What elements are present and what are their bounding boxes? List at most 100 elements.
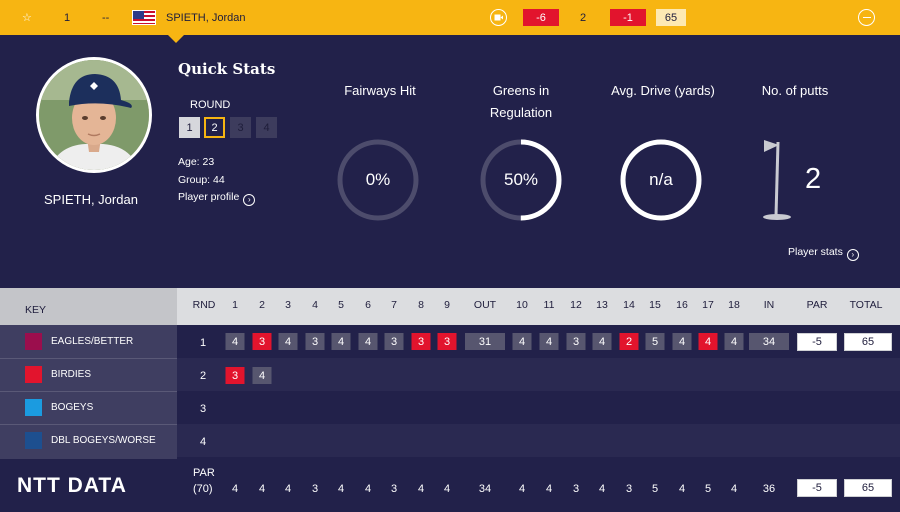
score-cell: 3 [252,333,272,350]
leaderboard-row-bar[interactable]: ☆ 1 -- SPIETH, Jordan -6 2 -1 65 [0,0,900,35]
in-cell: 34 [749,333,789,350]
header-hole: 15 [649,299,661,311]
round-2-row [177,358,900,391]
stat-title-putts: No. of putts [761,83,829,98]
selected-pointer [168,35,184,43]
par-label-total: (70) [193,483,213,495]
header-hole: 13 [596,299,608,311]
out-cell: 31 [465,333,505,350]
par-value: 4 [518,483,526,495]
header-hole: 12 [570,299,582,311]
par-out: 34 [478,483,492,495]
par-value: 4 [417,483,425,495]
key-birdies: BIRDIES [25,366,91,383]
round-2-button[interactable]: 2 [204,117,225,138]
round-3-row [177,391,900,424]
header-hole: 7 [391,299,397,311]
key-label: BIRDIES [51,369,92,380]
score-cell: 3 [384,333,404,350]
par-value: 3 [390,483,398,495]
key-label: BOGEYS [51,402,94,413]
header-hole: 5 [338,299,344,311]
par-value: 3 [572,483,580,495]
par-value: 5 [704,483,712,495]
header-hole: 11 [543,299,555,311]
key-bogeys: BOGEYS [25,399,93,416]
header-hole: 14 [623,299,635,311]
header-out: OUT [473,299,497,311]
par-row-par: -5 [797,479,837,497]
header-hole: 1 [232,299,238,311]
score-cell: 3 [225,367,245,384]
header-hole: 3 [285,299,291,311]
player-profile-link[interactable]: Player profile › [178,191,256,206]
collapse-icon[interactable] [858,9,875,26]
total-badge: 65 [656,9,686,26]
header-total: TOTAL [849,299,883,311]
divider [0,424,177,425]
par-label: PAR [193,467,215,479]
round-1-total: 65 [844,333,892,351]
putts-value: 2 [805,163,822,195]
round-1-button[interactable]: 1 [179,117,200,138]
rnd-number: 3 [199,403,207,415]
divider [0,391,177,392]
star-icon[interactable]: ☆ [22,0,32,35]
key-label: DBL BOGEYS/WORSE [51,435,156,446]
score-cell: 5 [645,333,665,350]
header-hole: 2 [259,299,265,311]
score-cell: 4 [331,333,351,350]
round-4-row [177,424,900,457]
par-value: 4 [730,483,738,495]
today-badge: -1 [610,9,646,26]
stat-title-avg-drive: Avg. Drive (yards) [611,83,715,98]
brand-logo: NTT DATA [17,474,127,497]
round-1-par: -5 [797,333,837,351]
par-value: 3 [625,483,633,495]
score-cell: 4 [592,333,612,350]
score-cell: 4 [672,333,692,350]
thru-value: 2 [580,11,587,24]
key-eagles: EAGLES/BETTER [25,333,133,350]
scorecard-icon[interactable] [490,9,507,26]
score-cell: 4 [539,333,559,350]
score-cell: 4 [698,333,718,350]
par-row-total: 65 [844,479,892,497]
key-dbl-bogeys: DBL BOGEYS/WORSE [25,432,156,449]
greens-value: 50% [503,170,539,189]
par-value: 4 [258,483,266,495]
score-cell: 3 [411,333,431,350]
par-value: 4 [337,483,345,495]
par-value: 4 [545,483,553,495]
chevron-right-icon: › [243,193,256,206]
flag-usa-icon [132,10,156,25]
round-4-button[interactable]: 4 [256,117,277,138]
stat-title-greens: Greens in Regulation [489,83,553,120]
header-hole: 9 [444,299,450,311]
key-header: KEY [0,288,177,325]
round-3-button[interactable]: 3 [230,117,251,138]
header-hole: 10 [516,299,528,311]
key-label: EAGLES/BETTER [51,336,134,347]
avatar [36,57,152,173]
par-value: 4 [443,483,451,495]
rnd-number: 2 [199,370,207,382]
score-cell: 4 [358,333,378,350]
rnd-number: 4 [199,436,207,448]
player-stats-link[interactable]: Player stats › [788,246,859,261]
score-cell: 3 [566,333,586,350]
to-par-badge: -6 [523,9,559,26]
par-in: 36 [762,483,776,495]
header-hole: 18 [728,299,740,311]
player-age: Age: 23 [178,156,215,168]
key-title: KEY [25,304,47,316]
score-cell: 2 [619,333,639,350]
topbar-player-name[interactable]: SPIETH, Jordan [166,0,245,35]
round-label: ROUND [190,99,231,111]
header-rnd: RND [192,299,216,311]
header-par: PAR [806,299,828,311]
par-value: 3 [311,483,319,495]
quick-stats-title: Quick Stats [178,60,276,78]
header-hole: 16 [676,299,688,311]
divider [0,358,177,359]
